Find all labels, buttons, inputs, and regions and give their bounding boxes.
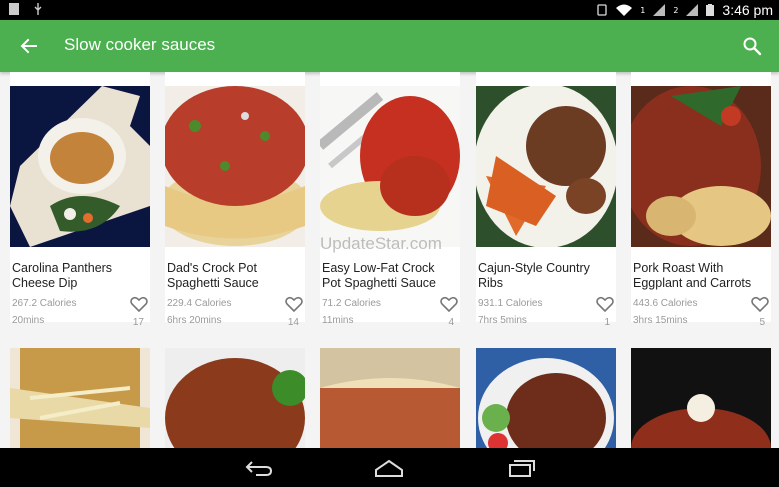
battery-icon <box>706 4 715 16</box>
recipe-calories: 71.2 Calories <box>322 298 381 309</box>
recipe-image <box>10 348 150 448</box>
signal-label-1: 1 <box>640 5 646 15</box>
recipe-card[interactable]: Pork Roast With Eggplant and Carrots 443… <box>631 72 771 328</box>
recipe-card[interactable] <box>631 348 771 448</box>
recipe-image <box>10 86 150 247</box>
recipe-grid: Carolina Panthers Cheese Dip 267.2 Calor… <box>0 72 779 448</box>
recipe-card[interactable] <box>10 348 150 448</box>
recipe-image <box>320 86 460 247</box>
recipe-time: 20mins <box>12 315 45 326</box>
recipe-time: 11mins <box>322 315 354 326</box>
page-title: Slow cooker sauces <box>64 35 216 54</box>
watermark: UpdateStar.com <box>320 234 442 253</box>
heart-icon[interactable] <box>596 296 614 312</box>
wifi-icon <box>616 4 633 16</box>
recipe-calories: 229.4 Calories <box>167 298 232 309</box>
like-count: 1 <box>604 317 610 328</box>
recipe-image <box>631 348 771 448</box>
search-icon[interactable] <box>741 35 763 57</box>
like-count: 5 <box>759 317 765 328</box>
rotation-icon <box>597 4 607 16</box>
recipe-image <box>631 86 771 247</box>
recipe-time: 6hrs 20mins <box>167 315 222 326</box>
recipe-name: Easy Low-Fat Crock Pot Spaghetti Sauce <box>322 261 436 290</box>
heart-icon[interactable] <box>285 296 303 312</box>
recipe-name: Dad's Crock Pot Spaghetti Sauce <box>167 261 259 290</box>
like-count: 4 <box>448 317 454 328</box>
recipe-card[interactable] <box>165 348 305 448</box>
recipe-calories: 443.6 Calories <box>633 298 698 309</box>
recipe-image <box>165 348 305 448</box>
heart-icon[interactable] <box>440 296 458 312</box>
recents-icon[interactable] <box>506 458 536 478</box>
heart-icon[interactable] <box>751 296 769 312</box>
recipe-image <box>476 86 616 247</box>
signal-icon <box>653 4 666 16</box>
arrow-back-icon[interactable] <box>14 32 44 60</box>
recipe-image <box>320 348 460 448</box>
like-count: 17 <box>132 317 144 328</box>
like-count: 14 <box>287 317 299 328</box>
recipe-card[interactable] <box>320 348 460 448</box>
signal-label-2: 2 <box>673 5 679 15</box>
recipe-name: Carolina Panthers Cheese Dip <box>12 261 113 290</box>
home-icon[interactable] <box>374 458 404 478</box>
recipe-card[interactable] <box>476 348 616 448</box>
recipe-time: 7hrs 5mins <box>478 315 527 326</box>
app-toolbar: Slow cooker sauces <box>0 20 779 72</box>
recipe-time: 3hrs 15mins <box>633 315 688 326</box>
recipe-image <box>165 86 305 247</box>
signal-icon <box>686 4 699 16</box>
recipe-card[interactable]: Cajun-Style Country Ribs 931.1 Calories … <box>476 72 616 328</box>
recipe-image <box>476 348 616 448</box>
notification-icon <box>9 3 19 15</box>
recipe-calories: 931.1 Calories <box>478 298 543 309</box>
back-nav-icon[interactable] <box>244 458 274 478</box>
clock: 3:46 pm <box>722 2 773 18</box>
recipe-card[interactable]: Easy Low-Fat Crock Pot Spaghetti Sauce 7… <box>320 72 460 328</box>
recipe-name: Cajun-Style Country Ribs <box>478 261 590 290</box>
usb-icon <box>34 3 42 15</box>
recipe-card[interactable]: Dad's Crock Pot Spaghetti Sauce 229.4 Ca… <box>165 72 305 328</box>
heart-icon[interactable] <box>130 296 148 312</box>
recipe-calories: 267.2 Calories <box>12 298 77 309</box>
recipe-name: Pork Roast With Eggplant and Carrots <box>633 261 752 290</box>
recipe-card[interactable]: Carolina Panthers Cheese Dip 267.2 Calor… <box>10 72 150 328</box>
navigation-bar <box>0 448 779 487</box>
status-bar: 1 2 3:46 pm <box>0 0 779 20</box>
